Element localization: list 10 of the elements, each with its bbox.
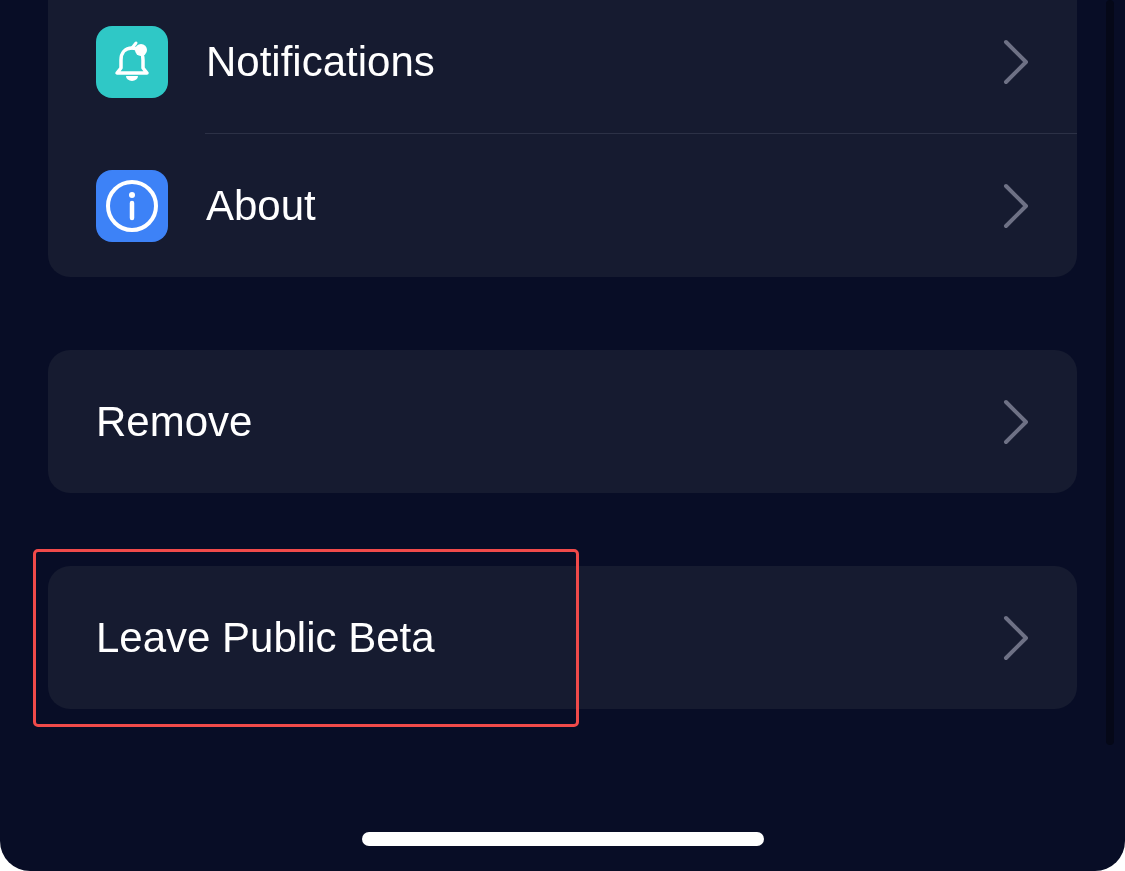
chevron-right-icon: [1003, 182, 1029, 229]
chevron-right-icon: [1003, 614, 1029, 661]
chevron-right-icon: [1003, 398, 1029, 445]
home-indicator[interactable]: [362, 832, 764, 846]
info-icon: [105, 178, 159, 233]
settings-row[interactable]: About: [48, 134, 1077, 277]
settings-row[interactable]: Notifications: [48, 0, 1077, 133]
chevron-right-icon: [1003, 38, 1029, 85]
settings-row[interactable]: Leave Public Beta: [48, 566, 1077, 709]
settings-row[interactable]: Remove: [48, 350, 1077, 493]
